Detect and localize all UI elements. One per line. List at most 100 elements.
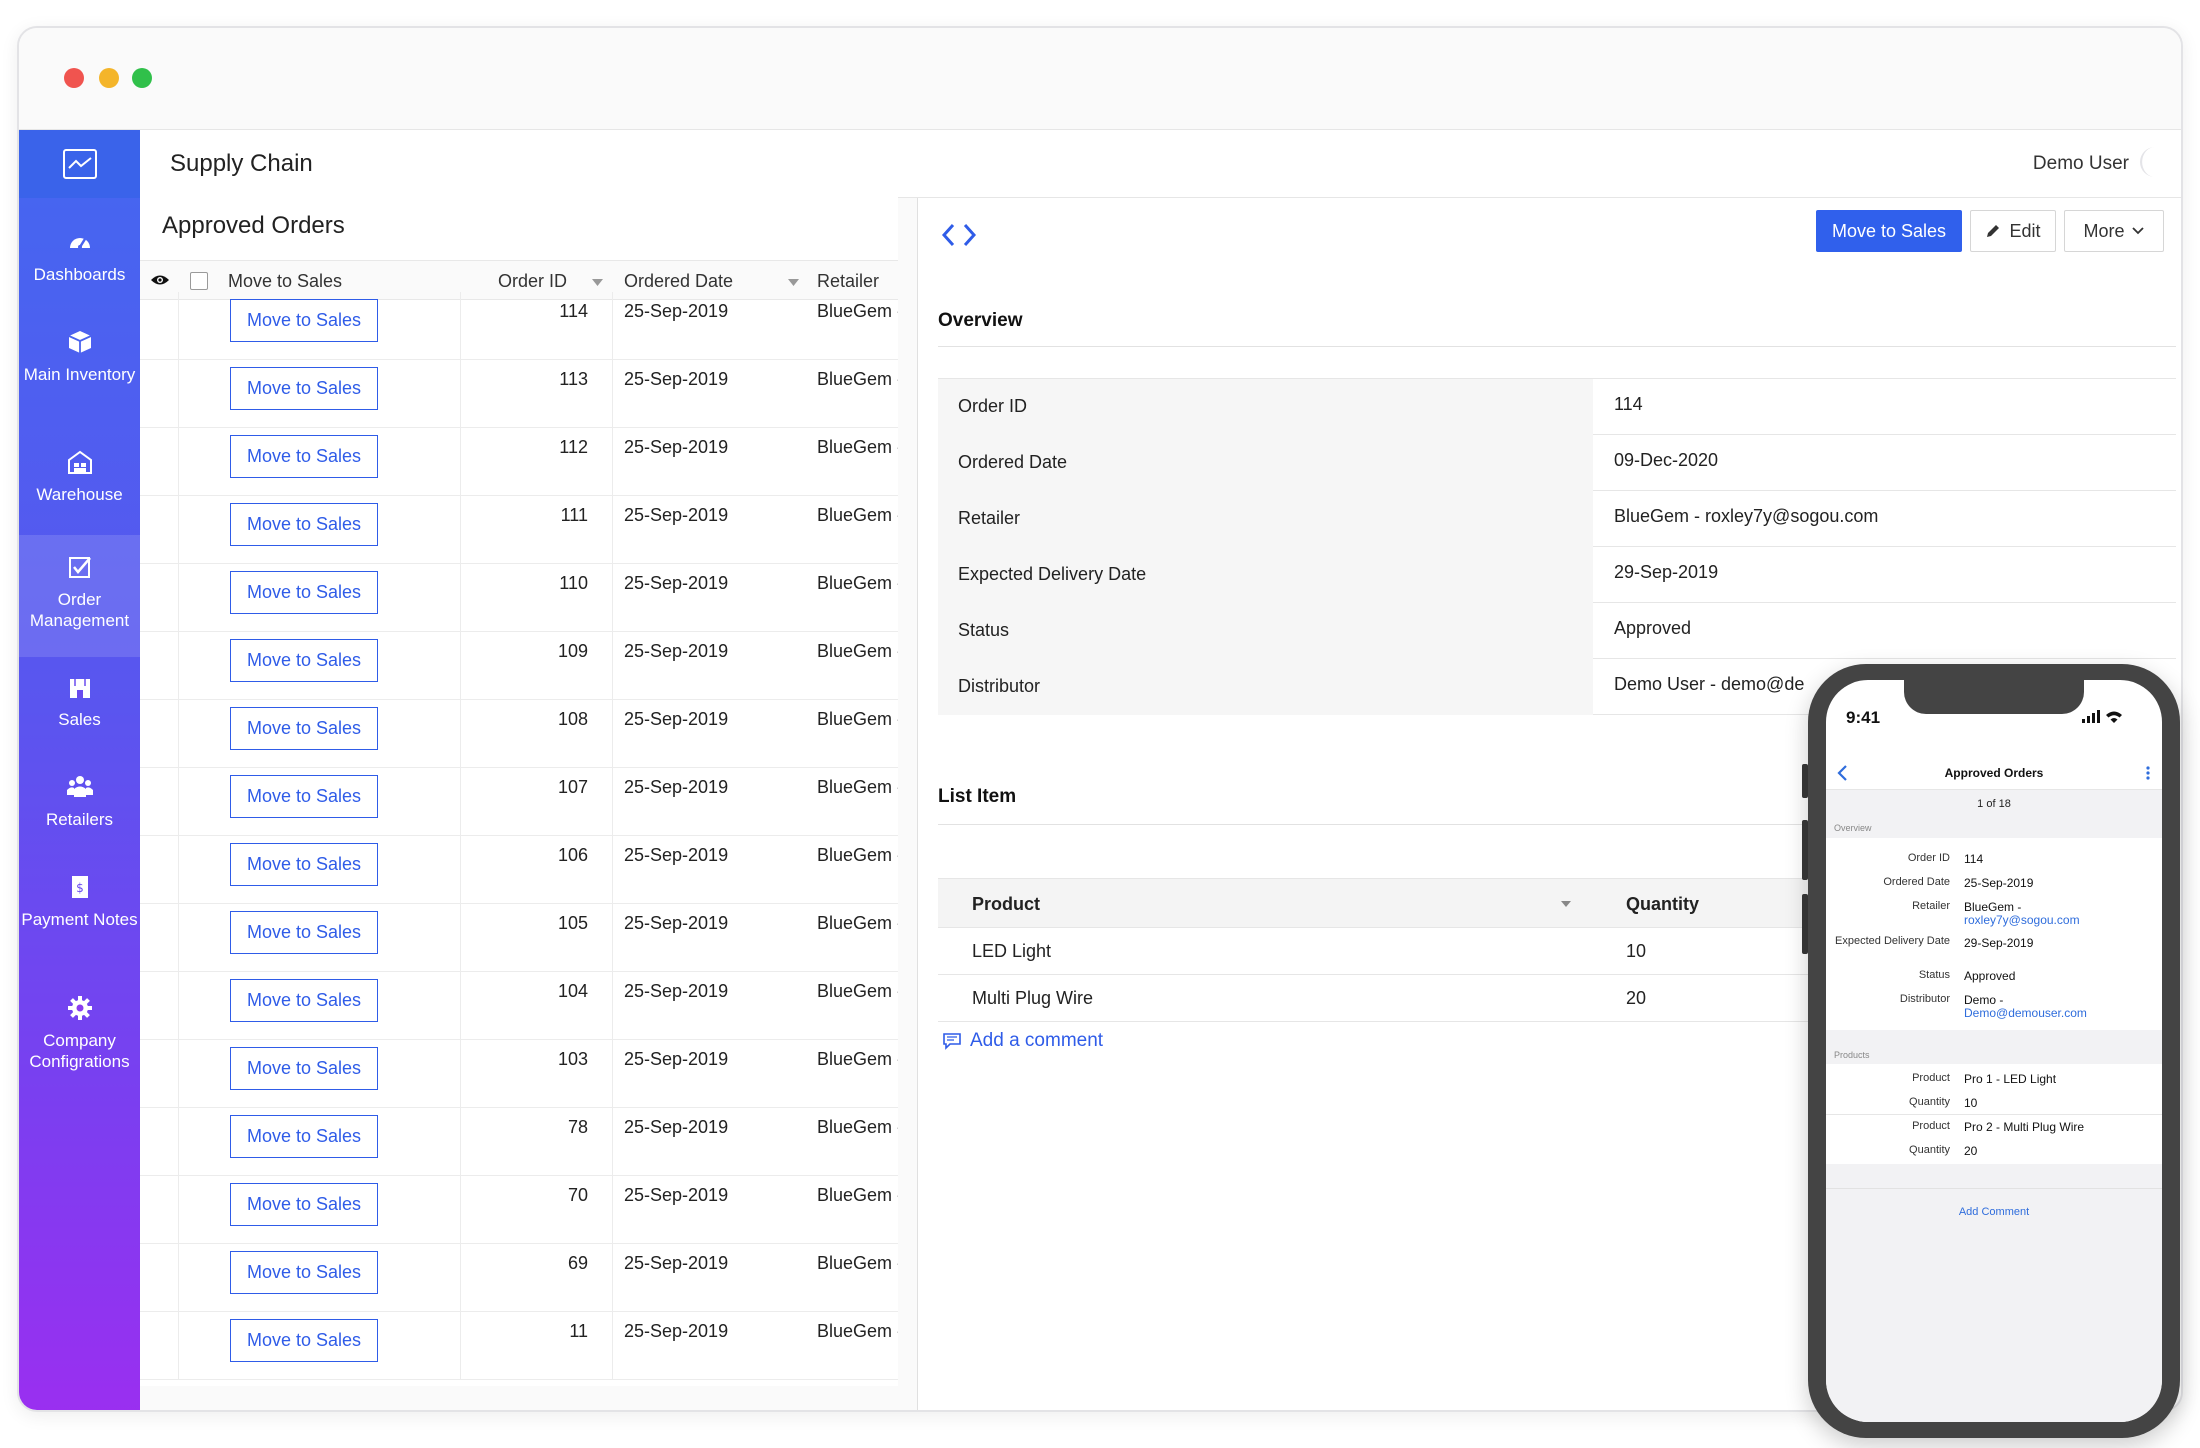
select-all-checkbox[interactable]	[190, 272, 208, 290]
move-to-sales-button[interactable]: Move to Sales	[230, 299, 378, 342]
table-row[interactable]: Move to Sales 108 25-Sep-2019 BlueGem -	[140, 700, 898, 768]
phone-products-label: Products	[1834, 1050, 1870, 1060]
field-value: Approved	[1614, 618, 1692, 638]
phone-retailer-email-link[interactable]: roxley7y@sogou.com	[1964, 913, 2154, 927]
move-to-sales-button[interactable]: Move to Sales	[230, 503, 378, 546]
table-row[interactable]: Move to Sales 106 25-Sep-2019 BlueGem -	[140, 836, 898, 904]
retailer: BlueGem -	[817, 1185, 898, 1205]
column-header-quantity[interactable]: Quantity	[1626, 894, 1699, 915]
sidebar-item-warehouse[interactable]: Warehouse	[19, 448, 140, 505]
edit-button[interactable]: Edit	[1970, 210, 2056, 252]
table-row[interactable]: Move to Sales 113 25-Sep-2019 BlueGem -	[140, 360, 898, 428]
phone-distributor-email-link[interactable]: Demo@demouser.com	[1964, 1006, 2154, 1020]
divider	[460, 1040, 461, 1108]
phone-product-name: Pro 2 - Multi Plug Wire	[1964, 1120, 2085, 1134]
table-row[interactable]: Move to Sales 107 25-Sep-2019 BlueGem -	[140, 768, 898, 836]
move-to-sales-button[interactable]: Move to Sales	[230, 639, 378, 682]
table-row[interactable]: Move to Sales 11 25-Sep-2019 BlueGem -	[140, 1312, 898, 1380]
list-item-table: Product Quantity LED Light 10 Multi Plug…	[938, 878, 1838, 1022]
table-row[interactable]: Move to Sales 110 25-Sep-2019 BlueGem -	[140, 564, 898, 632]
phone-field-label: Status	[1918, 969, 1950, 981]
table-row[interactable]: Move to Sales 111 25-Sep-2019 BlueGem -	[140, 496, 898, 564]
divider	[612, 836, 613, 904]
divider	[612, 768, 613, 836]
close-window-button[interactable]	[64, 68, 84, 88]
move-to-sales-button[interactable]: Move to Sales	[230, 1251, 378, 1294]
move-to-sales-button[interactable]: Move to Sales	[230, 775, 378, 818]
product-name: Multi Plug Wire	[972, 988, 1094, 1008]
minimize-window-button[interactable]	[99, 68, 119, 88]
sidebar-item-retailers[interactable]: Retailers	[19, 773, 140, 830]
add-comment-link[interactable]: Add a comment	[942, 1030, 1103, 1052]
eye-icon[interactable]	[150, 273, 170, 287]
move-to-sales-button[interactable]: Move to Sales	[230, 367, 378, 410]
move-to-sales-button[interactable]: Move to Sales	[230, 571, 378, 614]
retailer: BlueGem -	[817, 437, 898, 457]
table-row[interactable]: Move to Sales 109 25-Sep-2019 BlueGem -	[140, 632, 898, 700]
sidebar-item-dashboards[interactable]: Dashboards	[19, 228, 140, 285]
table-row[interactable]: Move to Sales 103 25-Sep-2019 BlueGem -	[140, 1040, 898, 1108]
divider	[460, 836, 461, 904]
app-logo[interactable]	[19, 130, 140, 198]
move-to-sales-button[interactable]: Move to Sales	[230, 1047, 378, 1090]
more-button[interactable]: More	[2064, 210, 2164, 252]
retailer: BlueGem -	[817, 981, 898, 1001]
move-to-sales-button[interactable]: Move to Sales	[230, 435, 378, 478]
sort-down-icon[interactable]	[788, 279, 799, 286]
sidebar-item-payment-notes[interactable]: $ Payment Notes	[19, 873, 140, 930]
field-label: Ordered Date	[938, 435, 1593, 491]
overview-row: Ordered Date 09-Dec-2020	[938, 435, 2176, 491]
sort-down-icon[interactable]	[1560, 900, 1572, 908]
sidebar-item-order-management[interactable]: Order Management	[19, 535, 140, 657]
ordered-date: 25-Sep-2019	[624, 437, 729, 457]
divider	[460, 1244, 461, 1312]
sidebar-item-sales[interactable]: Sales	[19, 673, 140, 730]
divider	[612, 428, 613, 496]
move-to-sales-button[interactable]: Move to Sales	[230, 1183, 378, 1226]
retailer: BlueGem -	[817, 369, 898, 389]
table-row[interactable]: Move to Sales 78 25-Sep-2019 BlueGem -	[140, 1108, 898, 1176]
sort-down-icon[interactable]	[592, 279, 603, 286]
order-id: 69	[567, 1253, 588, 1273]
phone-field-value: 114	[1964, 852, 1984, 866]
move-to-sales-primary-button[interactable]: Move to Sales	[1816, 210, 1962, 252]
divider	[612, 972, 613, 1040]
maximize-window-button[interactable]	[132, 68, 152, 88]
column-header-retailer[interactable]: Retailer	[817, 271, 879, 292]
move-to-sales-button[interactable]: Move to Sales	[230, 1319, 378, 1362]
divider	[178, 428, 179, 496]
table-row[interactable]: Move to Sales 69 25-Sep-2019 BlueGem -	[140, 1244, 898, 1312]
divider	[1826, 1114, 2162, 1115]
svg-text:$: $	[76, 881, 84, 895]
table-row[interactable]: Move to Sales 104 25-Sep-2019 BlueGem -	[140, 972, 898, 1040]
move-to-sales-button[interactable]: Move to Sales	[230, 979, 378, 1022]
expand-collapse-icon[interactable]	[940, 220, 978, 250]
column-header-product[interactable]: Product	[972, 894, 1040, 915]
field-value: Demo User - demo@de	[1614, 674, 1805, 694]
retailer: BlueGem -	[817, 845, 898, 865]
move-to-sales-button[interactable]: Move to Sales	[230, 1115, 378, 1158]
divider	[460, 496, 461, 564]
move-to-sales-button[interactable]: Move to Sales	[230, 707, 378, 750]
move-to-sales-button[interactable]: Move to Sales	[230, 843, 378, 886]
phone-add-comment-button[interactable]: Add Comment	[1826, 1206, 2162, 1218]
phone-product-qty: 10	[1964, 1096, 1978, 1110]
move-to-sales-button[interactable]: Move to Sales	[230, 911, 378, 954]
table-row[interactable]: Move to Sales 70 25-Sep-2019 BlueGem -	[140, 1176, 898, 1244]
column-header-ordered-date[interactable]: Ordered Date	[624, 271, 733, 292]
sidebar-item-company-configrations[interactable]: Company Configrations	[19, 994, 140, 1072]
more-vertical-icon[interactable]	[2146, 766, 2150, 780]
retailer: BlueGem -	[817, 505, 898, 525]
column-header-order-id[interactable]: Order ID	[498, 271, 567, 292]
ordered-date: 25-Sep-2019	[624, 845, 729, 865]
title-bar	[19, 28, 2181, 130]
sidebar-item-main-inventory[interactable]: Main Inventory	[19, 328, 140, 385]
ordered-date: 25-Sep-2019	[624, 641, 729, 661]
table-row[interactable]: Move to Sales 112 25-Sep-2019 BlueGem -	[140, 428, 898, 496]
table-row[interactable]: Move to Sales 114 25-Sep-2019 BlueGem -	[140, 292, 898, 360]
sidebar-item-label: Dashboards	[33, 265, 126, 284]
table-row[interactable]: Move to Sales 105 25-Sep-2019 BlueGem -	[140, 904, 898, 972]
approved-orders-list: Approved Orders Move to Sales Order ID O…	[140, 190, 898, 1386]
user-avatar-icon[interactable]	[2137, 144, 2165, 180]
user-name[interactable]: Demo User	[2033, 153, 2129, 175]
